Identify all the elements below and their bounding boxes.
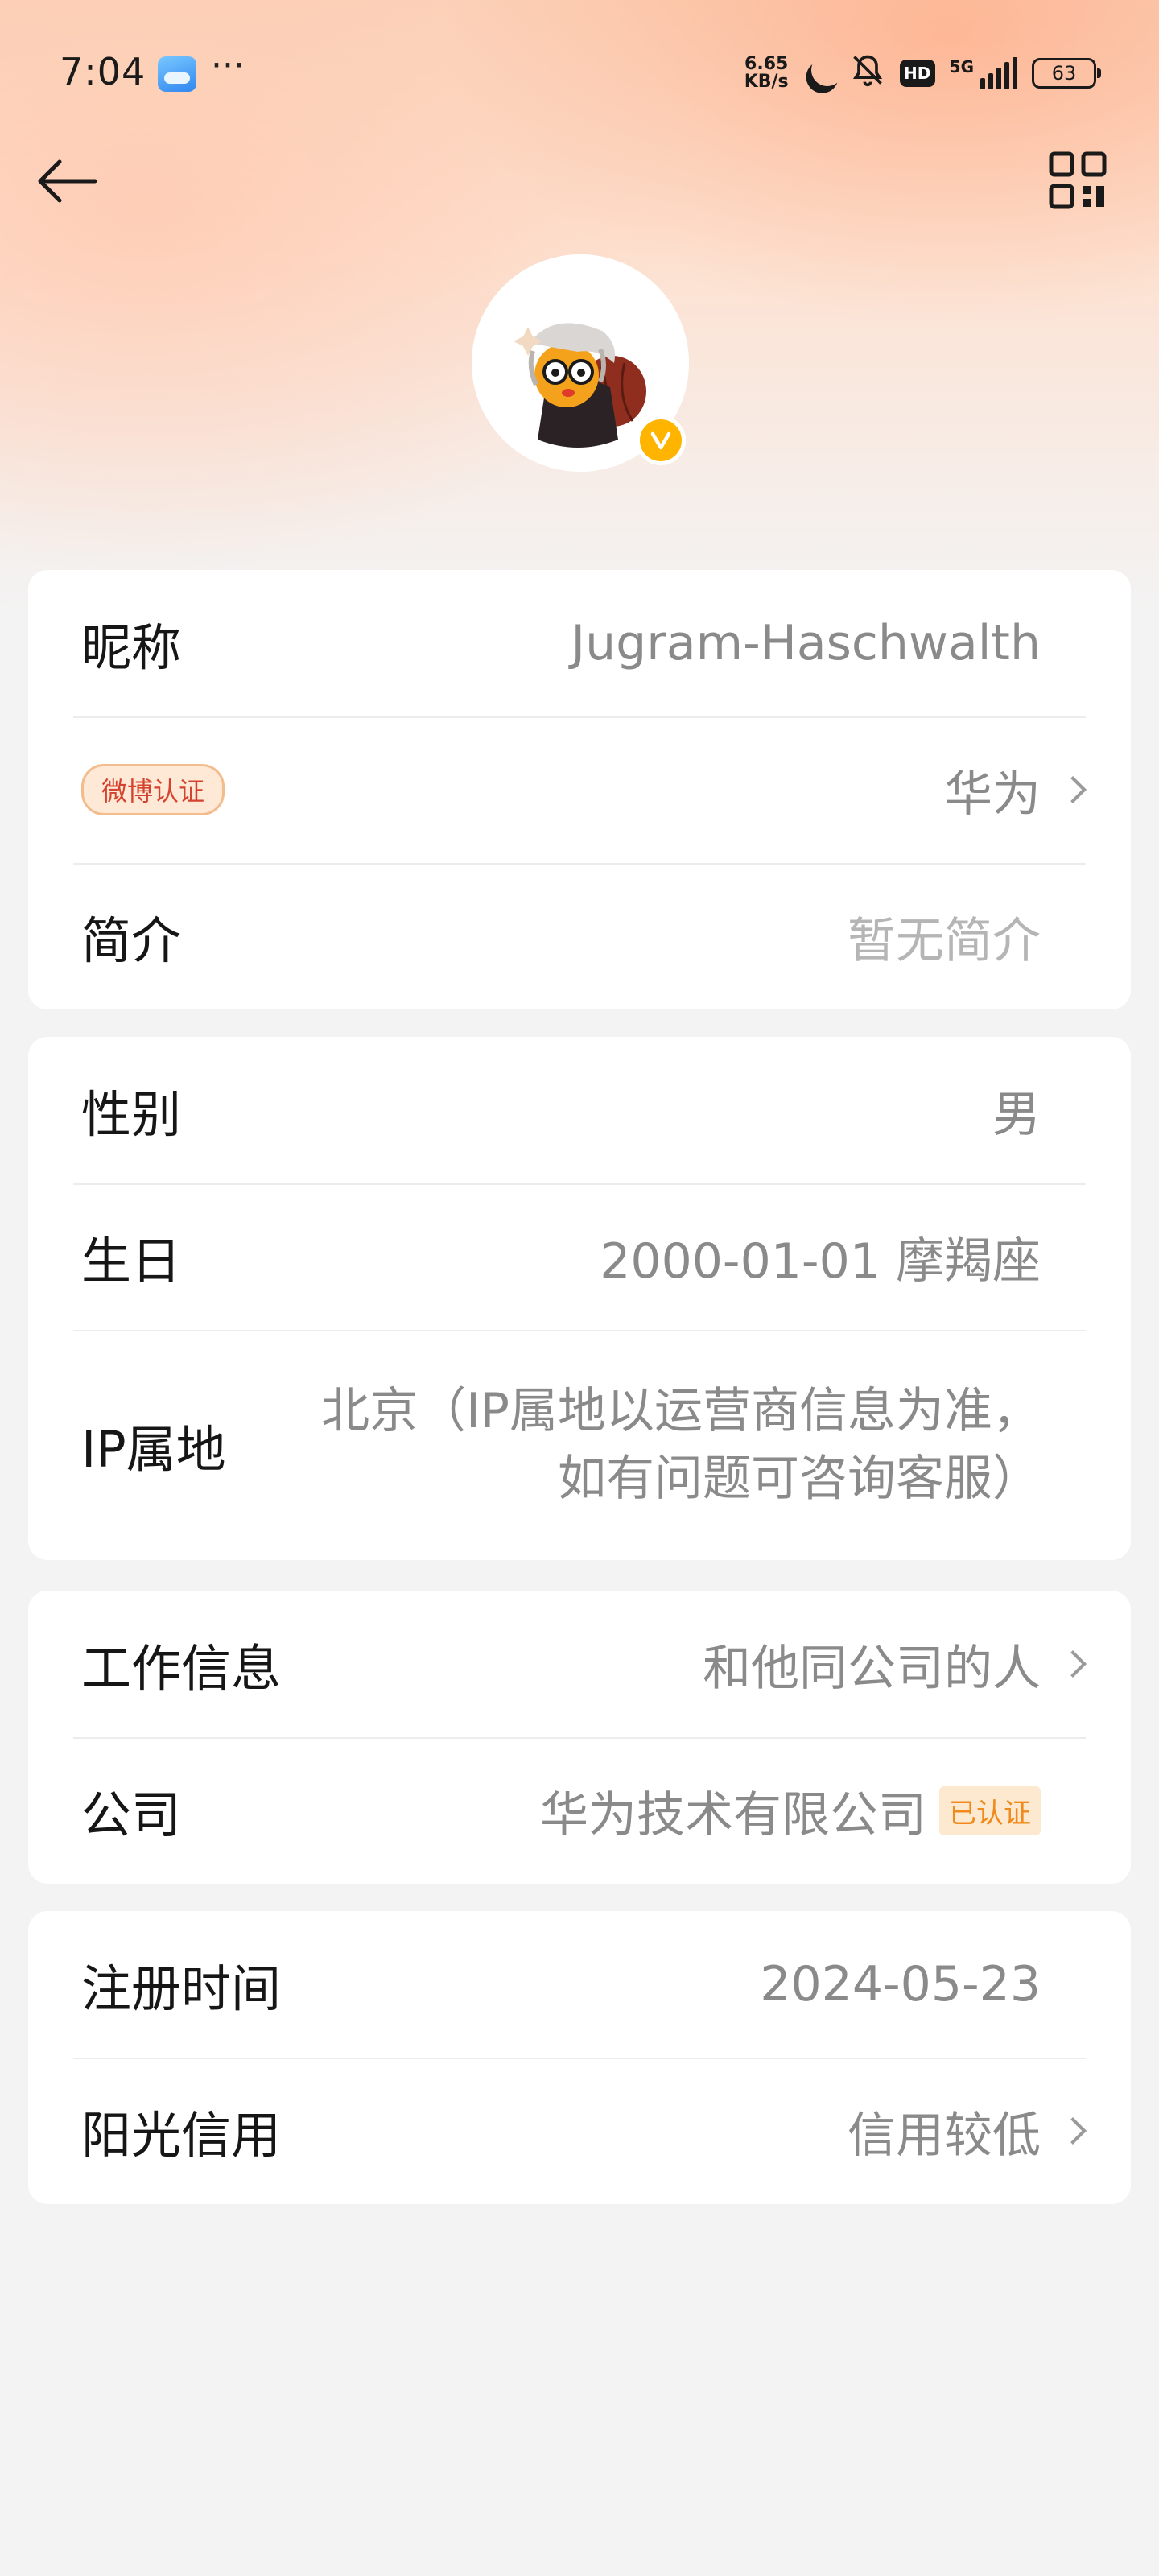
sunshine-credit-value: 信用较低 (848, 2107, 1041, 2164)
work-info-row[interactable]: 工作信息 和他同公司的人 (28, 1591, 1131, 1737)
birthday-value: 2000-01-01 摩羯座 (600, 1232, 1041, 1290)
chevron-right-icon (1059, 2117, 1087, 2145)
company-value: 华为技术有限公司 (540, 1786, 926, 1843)
account-card: 注册时间 2024-05-23 阳光信用 信用较低 (28, 1911, 1131, 2204)
work-card: 工作信息 和他同公司的人 公司 华为技术有限公司 已认证 (28, 1591, 1131, 1884)
ip-location-row: IP属地 北京（IP属地以运营商信息为准，如有问题可咨询客服） (28, 1330, 1131, 1560)
work-info-label: 工作信息 (81, 1639, 282, 1698)
signal-icon: 5G (950, 57, 1017, 89)
more-icon: ··· (211, 45, 245, 86)
register-time-label: 注册时间 (81, 1959, 282, 2018)
status-bar: 7:04 ··· 6.65 KB/s HD 5G 63 (0, 0, 1159, 145)
birthday-label: 生日 (81, 1232, 182, 1290)
verified-v-icon (636, 415, 686, 465)
back-arrow-icon (38, 159, 97, 203)
work-info-value: 和他同公司的人 (703, 1640, 1041, 1697)
status-time: 7:04 (60, 50, 146, 93)
company-row[interactable]: 公司 华为技术有限公司 已认证 (28, 1737, 1131, 1884)
ip-location-label: IP属地 (81, 1420, 226, 1479)
chevron-right-icon (1059, 776, 1087, 803)
bio-label: 简介 (81, 911, 182, 970)
nickname-value: Jugram-Haschwalth (571, 615, 1041, 671)
moon-icon (806, 49, 848, 90)
network-type: 5G (949, 57, 974, 76)
hd-icon: HD (899, 60, 935, 87)
register-time-row: 注册时间 2024-05-23 (28, 1911, 1131, 2058)
qr-code-icon (1049, 151, 1107, 209)
net-speed-value: 6.65 (744, 54, 789, 74)
weibo-verification-row[interactable]: 微博认证 华为 (28, 716, 1131, 863)
personal-card: 性别 男 生日 2000-01-01 摩羯座 IP属地 北京（IP属地以运营商信… (28, 1037, 1131, 1560)
sunshine-credit-label: 阳光信用 (81, 2106, 282, 2165)
qr-code-button[interactable] (1046, 149, 1111, 213)
company-label: 公司 (81, 1785, 182, 1844)
company-value-group: 华为技术有限公司 已认证 (540, 1776, 1041, 1846)
chevron-right-icon (1059, 1650, 1087, 1678)
weibo-verified-tag: 微博认证 (81, 764, 225, 815)
bell-off-icon (850, 52, 885, 95)
profile-card: 昵称 Jugram-Haschwalth 微博认证 华为 简介 暂无简介 (28, 570, 1131, 1009)
birthday-row[interactable]: 生日 2000-01-01 摩羯座 (28, 1183, 1131, 1330)
bio-value: 暂无简介 (848, 912, 1041, 969)
battery-icon: 63 (1032, 58, 1101, 89)
bio-row[interactable]: 简介 暂无简介 (28, 863, 1131, 1009)
net-speed: 6.65 KB/s (744, 56, 789, 91)
avatar-container[interactable] (472, 254, 689, 472)
net-speed-unit: KB/s (744, 72, 789, 92)
weibo-verified-value: 华为 (944, 766, 1041, 823)
sunshine-credit-row[interactable]: 阳光信用 信用较低 (28, 2058, 1131, 2204)
nickname-row[interactable]: 昵称 Jugram-Haschwalth (28, 570, 1131, 716)
ip-location-value: 北京（IP属地以运营商信息为准，如有问题可咨询客服） (321, 1383, 1041, 1507)
gender-value: 男 (992, 1086, 1041, 1143)
status-icons: 6.65 KB/s HD 5G 63 (744, 49, 1101, 95)
nickname-label: 昵称 (81, 618, 182, 677)
gender-row[interactable]: 性别 男 (28, 1037, 1131, 1183)
back-button[interactable] (32, 145, 105, 217)
battery-level: 63 (1051, 62, 1077, 85)
register-time-value: 2024-05-23 (760, 1956, 1041, 2013)
weather-icon (158, 56, 196, 92)
gender-label: 性别 (81, 1085, 182, 1144)
company-verified-badge: 已认证 (939, 1785, 1041, 1835)
